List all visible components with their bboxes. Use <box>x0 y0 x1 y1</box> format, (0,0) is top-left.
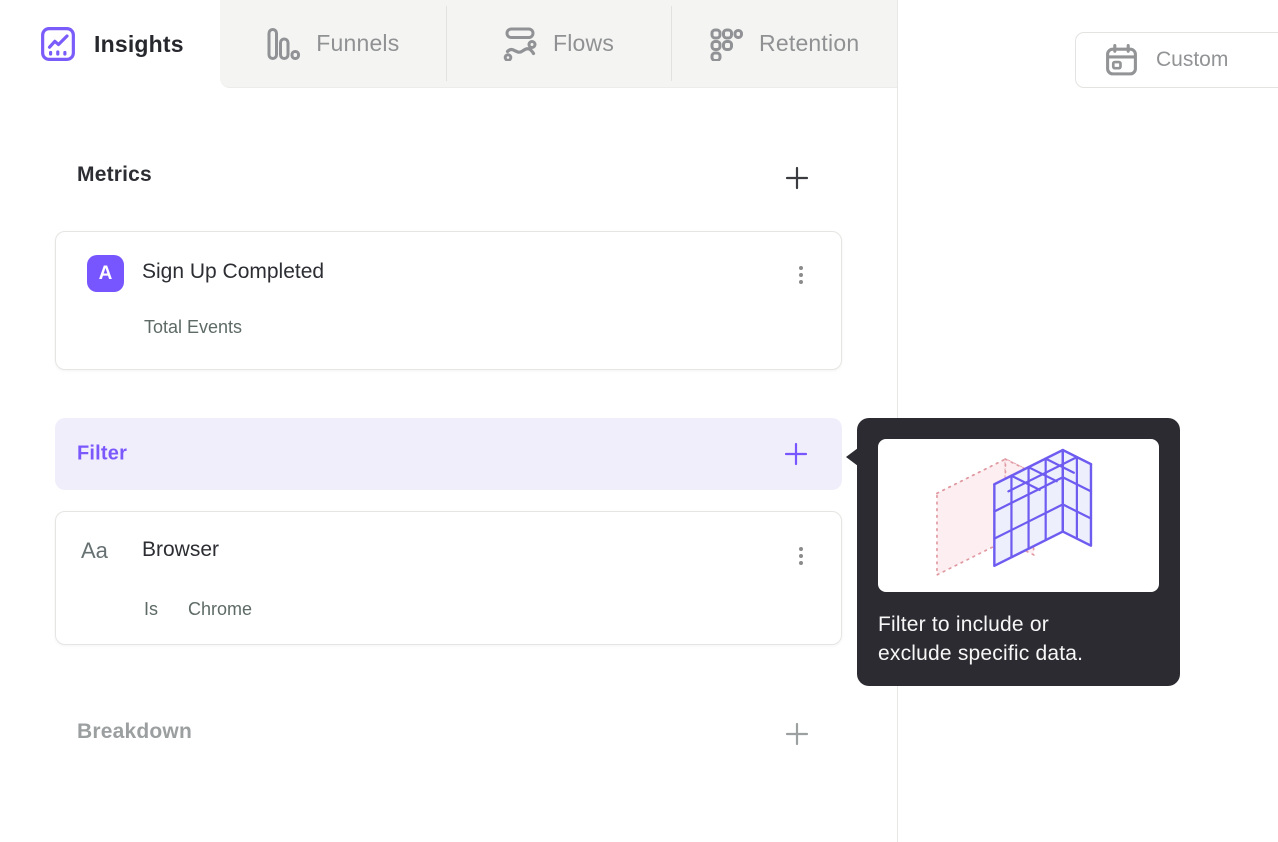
calendar-icon <box>1104 43 1139 78</box>
tab-funnels[interactable]: Funnels <box>220 0 446 87</box>
metric-measure[interactable]: Total Events <box>144 317 242 338</box>
tooltip-text-line: exclude specific data. <box>878 642 1084 665</box>
date-range-button[interactable]: Custom <box>1075 32 1278 88</box>
plus-icon <box>783 441 809 467</box>
add-metric-button[interactable] <box>784 165 810 191</box>
filter-tooltip: Filter to include or exclude specific da… <box>846 418 1180 686</box>
filter-value[interactable]: Chrome <box>188 599 252 620</box>
filter-cube-illustration <box>935 448 1093 577</box>
add-filter-button[interactable] <box>783 441 809 467</box>
plus-icon <box>784 165 810 191</box>
tab-strip: Funnels Flows Retention <box>220 0 897 88</box>
text-property-icon: Aa <box>81 538 108 563</box>
add-breakdown-button[interactable] <box>784 721 810 747</box>
filter-property: Browser <box>142 538 220 561</box>
flows-icon <box>503 27 537 61</box>
filter-section-title: Filter <box>77 442 128 465</box>
metric-name: Sign Up Completed <box>142 260 325 283</box>
breakdown-section-title: Breakdown <box>77 720 192 743</box>
metric-options-button[interactable] <box>797 264 805 286</box>
filter-card[interactable]: Aa Browser Is Chrome <box>55 511 842 645</box>
date-range-label: Custom <box>1156 48 1229 71</box>
tooltip-caret <box>846 448 858 466</box>
plus-icon <box>784 721 810 747</box>
filter-options-button[interactable] <box>797 545 805 567</box>
filter-operator[interactable]: Is <box>144 599 158 620</box>
tab-flows[interactable]: Flows <box>445 0 672 87</box>
metrics-section-title: Metrics <box>77 163 152 186</box>
filter-section-row[interactable]: Filter <box>55 418 842 490</box>
tab-retention[interactable]: Retention <box>671 0 897 87</box>
tab-insights[interactable]: Insights <box>0 0 220 88</box>
metric-series-badge: A <box>87 255 124 292</box>
tab-label-funnels: Funnels <box>316 30 400 56</box>
retention-icon <box>709 27 744 61</box>
funnels-icon <box>266 27 301 61</box>
tab-label-insights: Insights <box>94 30 184 57</box>
tooltip-illustration <box>878 439 1159 592</box>
insights-icon <box>40 26 76 62</box>
tooltip-text-line: Filter to include or <box>878 613 1049 636</box>
tab-label-flows: Flows <box>552 30 615 56</box>
tooltip-text: Filter to include or exclude specific da… <box>878 610 1163 668</box>
tab-label-retention: Retention <box>759 30 860 56</box>
metric-card[interactable]: A Sign Up Completed Total Events <box>55 231 842 370</box>
